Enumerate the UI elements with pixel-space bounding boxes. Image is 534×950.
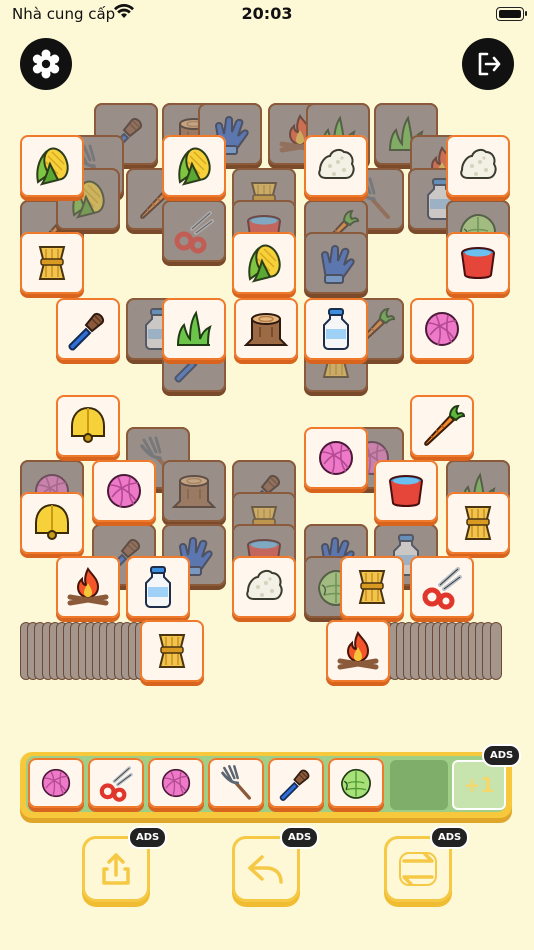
tile-bell[interactable] — [56, 395, 120, 457]
tile-hay[interactable] — [140, 620, 204, 682]
tile-rice[interactable] — [304, 135, 368, 197]
gear-icon — [32, 49, 60, 79]
tile-bell[interactable] — [20, 492, 84, 554]
tile-corn[interactable] — [232, 232, 296, 294]
tile-glove — [304, 232, 368, 294]
clock: 20:03 — [241, 4, 293, 23]
tile-bucket[interactable] — [374, 460, 438, 522]
settings-button[interactable] — [20, 38, 72, 90]
tile-hay[interactable] — [446, 492, 510, 554]
tile-campfire[interactable] — [326, 620, 390, 682]
exit-button[interactable] — [462, 38, 514, 90]
tile-rice[interactable] — [446, 135, 510, 197]
tile-hay[interactable] — [340, 556, 404, 618]
tray-tile-lettuce — [328, 758, 384, 808]
tile-milk[interactable] — [304, 298, 368, 360]
tile-stump — [162, 460, 226, 522]
battery-icon — [496, 7, 527, 21]
game-screen: Nhà cung cấp 20:03 +1 ADS ADS ADS ADS — [0, 0, 534, 950]
stacked-tile — [489, 622, 502, 680]
tile-hay[interactable] — [20, 232, 84, 294]
tile-bucket[interactable] — [446, 232, 510, 294]
tile-shears[interactable] — [410, 556, 474, 618]
status-bar: Nhà cung cấp 20:03 — [0, 0, 534, 30]
ads-badge: ADS — [430, 826, 470, 849]
tile-yarn[interactable] — [92, 460, 156, 522]
extra-slot-button[interactable]: +1 — [452, 760, 506, 810]
tile-yarn[interactable] — [410, 298, 474, 360]
tile-campfire[interactable] — [56, 556, 120, 618]
tray-tile-brush — [268, 758, 324, 808]
shuffle-icon — [399, 852, 437, 886]
tray-tile-yarn — [28, 758, 84, 808]
tile-tray: +1 — [20, 752, 512, 818]
tile-brush[interactable] — [56, 298, 120, 360]
tray-tile-yarn — [148, 758, 204, 808]
ads-badge: ADS — [128, 826, 168, 849]
tray-tile-rake — [208, 758, 264, 808]
tile-stump[interactable] — [234, 298, 298, 360]
tile-milk[interactable] — [126, 556, 190, 618]
tile-shears — [162, 200, 226, 262]
tray-tile-shears — [88, 758, 144, 808]
tile-grass[interactable] — [162, 298, 226, 360]
tile-corn[interactable] — [20, 135, 84, 197]
undo-icon — [248, 855, 283, 884]
tile-yarn[interactable] — [304, 427, 368, 489]
exit-icon — [478, 52, 501, 76]
tray-slots: +1 — [26, 756, 506, 812]
tile-corn[interactable] — [162, 135, 226, 197]
ads-badge: ADS — [482, 744, 522, 767]
tray-empty-slot — [390, 760, 448, 810]
ads-badge: ADS — [280, 826, 320, 849]
share-icon — [102, 853, 130, 885]
tile-rice[interactable] — [232, 556, 296, 618]
tile-carrot[interactable] — [410, 395, 474, 457]
